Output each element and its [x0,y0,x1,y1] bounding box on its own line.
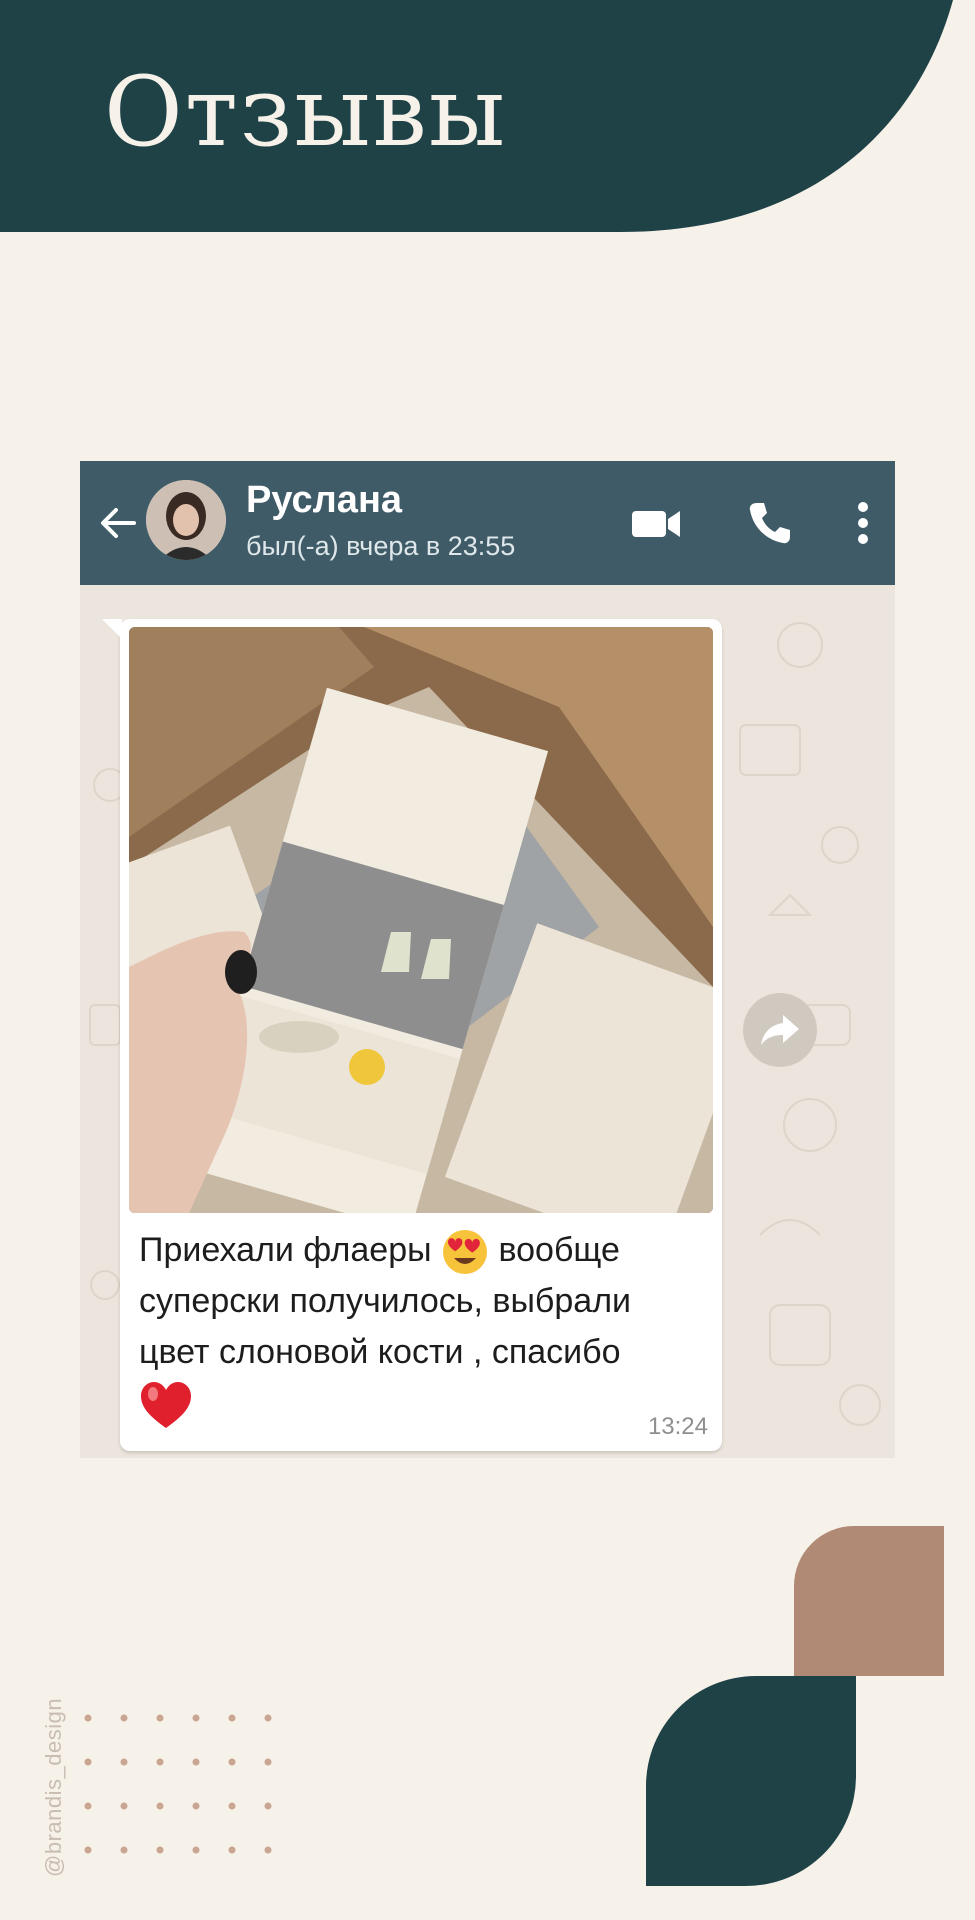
message-time: 13:24 [647,1413,708,1440]
back-arrow-icon[interactable] [96,501,140,545]
more-menu-icon[interactable] [855,499,871,547]
message-photo[interactable] [129,627,713,1213]
decor-dot-grid [84,1714,272,1854]
forward-button[interactable] [743,993,817,1067]
contact-name[interactable]: Руслана [246,479,402,522]
page-title: Отзывы [104,56,508,168]
watermark: @brandis_design [41,1697,66,1877]
chat-screenshot: Руслана был(-а) вчера в 23:55 Приехали ф… [80,461,895,1458]
contact-status: был(-а) вчера в 23:55 [246,531,516,561]
forward-arrow-icon [761,1015,799,1045]
avatar[interactable] [146,480,226,560]
video-call-icon[interactable] [630,501,682,545]
phone-icon[interactable] [745,499,793,547]
red-heart-icon [141,1382,191,1429]
decor-shape-green [646,1676,856,1886]
heart-eyes-emoji-icon [443,1230,487,1275]
bubble-tail [102,619,122,639]
message-bubble[interactable]: Приехали флаеры вообще суперски получило… [102,619,722,1451]
decor-shape-brown [794,1526,944,1676]
message-text-part1: Приехали флаеры [139,1231,432,1269]
message-text: Приехали флаеры вообще суперски получило… [139,1225,699,1430]
chat-header: Руслана был(-а) вчера в 23:55 [80,461,895,585]
